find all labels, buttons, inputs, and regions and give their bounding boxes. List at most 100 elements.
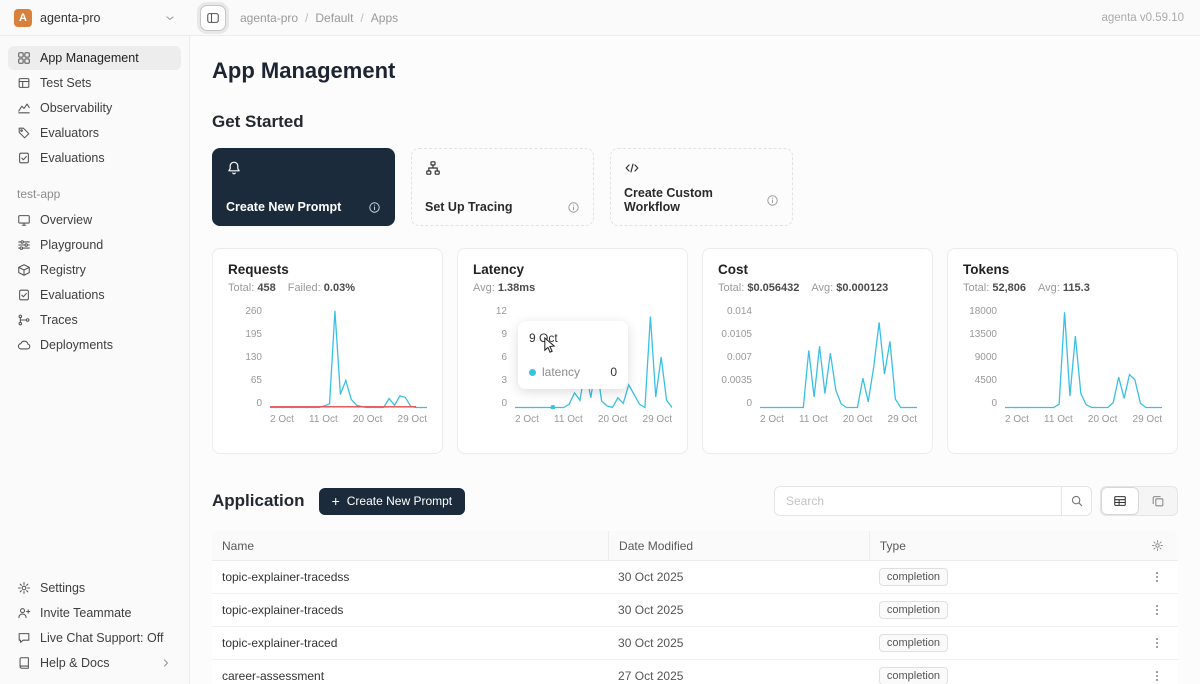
stat-card-tokens: TokensTotal: 52,806Avg: 115.318000135009…	[947, 248, 1178, 454]
traces-icon	[17, 313, 31, 327]
breadcrumb-item[interactable]: Default	[315, 11, 353, 25]
sidebar-item-label: Invite Teammate	[40, 606, 131, 620]
sidebar-toggle-button[interactable]	[200, 5, 226, 31]
app-name: topic-explainer-traced	[212, 636, 608, 650]
stat-pair: Avg: $0.000123	[811, 282, 888, 294]
chat-icon	[17, 631, 31, 645]
row-menu-button[interactable]	[1146, 665, 1168, 684]
overview-icon	[17, 213, 31, 227]
column-header-type[interactable]: Type	[869, 531, 1130, 560]
sidebar-item-playground[interactable]: Playground	[8, 233, 181, 257]
sidebar-item-live-chat-support-off[interactable]: Live Chat Support: Off	[8, 626, 181, 650]
chart-tooltip: 9 Octlatency0	[518, 321, 628, 389]
main-content: App Management Get Started Create New Pr…	[190, 36, 1200, 684]
sidebar-item-evaluations[interactable]: Evaluations	[8, 146, 181, 170]
table-view-icon	[1113, 494, 1127, 508]
chart-tokens[interactable]	[1005, 306, 1162, 409]
app-type-badge: completion	[879, 601, 948, 619]
column-header-name[interactable]: Name	[212, 531, 608, 560]
stat-card-requests: RequestsTotal: 458Failed: 0.03%260195130…	[212, 248, 443, 454]
workspace-name: agenta-pro	[40, 11, 100, 25]
sidebar-item-invite-teammate[interactable]: Invite Teammate	[8, 601, 181, 625]
breadcrumb-item[interactable]: agenta-pro	[240, 11, 298, 25]
stat-card-title: Cost	[718, 262, 917, 277]
chart-requests[interactable]	[270, 306, 427, 409]
table-row[interactable]: career-assessment27 Oct 2025 completion	[212, 660, 1178, 684]
sidebar-footer: Settings Invite Teammate Live Chat Support…	[8, 576, 181, 676]
sidebar-item-overview[interactable]: Overview	[8, 208, 181, 232]
sidebar-item-observability[interactable]: Observability	[8, 96, 181, 120]
dots-vertical-icon	[1150, 669, 1164, 683]
sidebar-item-app-management[interactable]: App Management	[8, 46, 181, 70]
grid-icon	[17, 51, 31, 65]
sidebar-item-registry[interactable]: Registry	[8, 258, 181, 282]
sidebar-item-label: Traces	[40, 313, 78, 327]
table-view-button[interactable]	[1101, 487, 1139, 515]
table-row[interactable]: topic-explainer-tracedss30 Oct 2025compl…	[212, 561, 1178, 594]
sidebar-section-label: test-app	[8, 171, 181, 208]
table-settings-button[interactable]	[1146, 535, 1168, 557]
mouse-cursor-icon	[542, 337, 557, 357]
sidebar-item-label: Evaluations	[40, 288, 105, 302]
search-input[interactable]	[775, 487, 1061, 515]
get-started-card-create-custom-workflow[interactable]: Create Custom Workflow	[610, 148, 793, 226]
x-axis-ticks: 2 Oct11 Oct20 Oct29 Oct	[1005, 414, 1162, 425]
row-menu-button[interactable]	[1146, 632, 1168, 654]
sidebar-item-evaluators[interactable]: Evaluators	[8, 121, 181, 145]
sidebar-item-settings[interactable]: Settings	[8, 576, 181, 600]
sidebar-item-deployments[interactable]: Deployments	[8, 333, 181, 357]
breadcrumb-item[interactable]: Apps	[371, 11, 398, 25]
chart-cost[interactable]	[760, 306, 917, 409]
app-version: agenta v0.59.10	[1102, 12, 1200, 24]
sidebar-item-traces[interactable]: Traces	[8, 308, 181, 332]
app-name: career-assessment	[212, 669, 608, 683]
stat-pair: Total: 458	[228, 282, 276, 294]
stats-cards: RequestsTotal: 458Failed: 0.03%260195130…	[212, 248, 1178, 454]
sidebar-item-label: App Management	[40, 51, 139, 65]
row-menu-button[interactable]	[1146, 599, 1168, 621]
breadcrumb-separator: /	[305, 11, 308, 25]
card-view-button[interactable]	[1139, 487, 1177, 515]
get-started-card-set-up-tracing[interactable]: Set Up Tracing	[411, 148, 594, 226]
stat-pair: Avg: 115.3	[1038, 282, 1090, 294]
sidebar-item-evaluations[interactable]: Evaluations	[8, 283, 181, 307]
view-toggle	[1100, 486, 1178, 516]
app-type-badge: completion	[879, 634, 948, 652]
app-date-modified: 27 Oct 2025	[608, 669, 869, 683]
chevron-right-icon	[160, 657, 172, 669]
search-icon	[1070, 494, 1084, 508]
search-button[interactable]	[1061, 487, 1091, 515]
info-icon	[567, 201, 580, 214]
stat-card-stats: Total: 458Failed: 0.03%	[228, 282, 427, 294]
sidebar-item-label: Deployments	[40, 338, 113, 352]
breadcrumb-separator: /	[360, 11, 363, 25]
stat-card-title: Requests	[228, 262, 427, 277]
tracing-icon	[425, 160, 441, 176]
app-type-badge: completion	[879, 667, 948, 684]
column-header-date-modified[interactable]: Date Modified	[608, 531, 869, 560]
row-menu-button[interactable]	[1146, 566, 1168, 588]
workspace-switcher[interactable]: A agenta-pro	[0, 9, 190, 27]
stat-card-latency: LatencyAvg: 1.38ms1296302 Oct11 Oct20 Oc…	[457, 248, 688, 454]
workspace-avatar: A	[14, 9, 32, 27]
help-icon	[17, 656, 31, 670]
table-body: topic-explainer-tracedss30 Oct 2025compl…	[212, 561, 1178, 684]
table-row[interactable]: topic-explainer-traced30 Oct 2025complet…	[212, 627, 1178, 660]
table-row[interactable]: topic-explainer-traceds30 Oct 2025comple…	[212, 594, 1178, 627]
card-view-icon	[1151, 494, 1165, 508]
observability-icon	[17, 101, 31, 115]
tooltip-value: 0	[610, 365, 617, 379]
y-axis-ticks: 1800013500900045000	[963, 306, 1005, 409]
y-axis-ticks: 0.0140.01050.0070.00350	[718, 306, 760, 409]
app-type-badge: completion	[879, 568, 948, 586]
stat-card-title: Tokens	[963, 262, 1162, 277]
get-started-card-create-new-prompt[interactable]: Create New Prompt	[212, 148, 395, 226]
create-new-prompt-button[interactable]: + Create New Prompt	[319, 488, 466, 515]
sidebar-nav: App ManagementTest SetsObservabilityEval…	[8, 46, 181, 358]
sidebar-item-test-sets[interactable]: Test Sets	[8, 71, 181, 95]
app-root: A agenta-pro agenta-pro / Default / Apps age…	[0, 0, 1200, 684]
app-date-modified: 30 Oct 2025	[608, 603, 869, 617]
apps-table: NameDate ModifiedType topic-explainer-tr…	[212, 531, 1178, 684]
plus-icon: +	[332, 494, 340, 508]
sidebar-item-help-docs[interactable]: Help & Docs	[8, 651, 181, 675]
